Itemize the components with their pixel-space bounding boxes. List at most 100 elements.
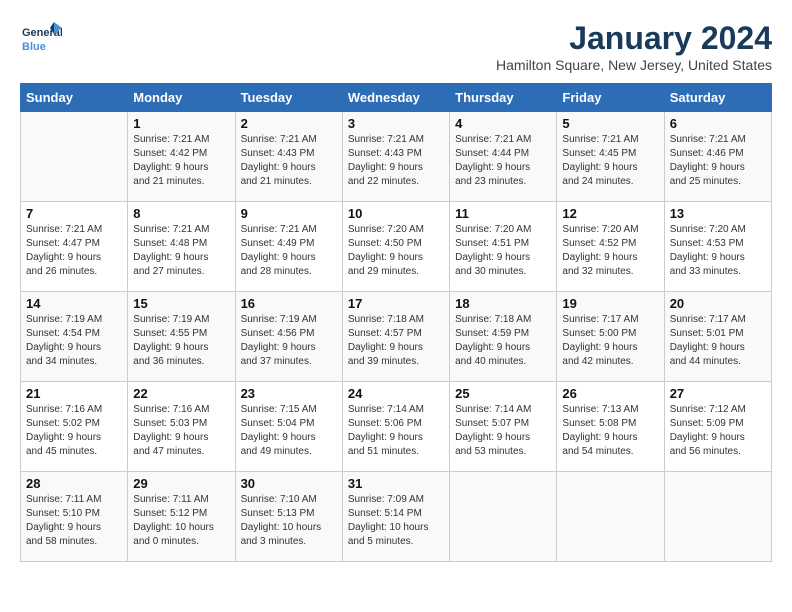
day-number: 3 [348, 116, 444, 131]
day-number: 25 [455, 386, 551, 401]
day-number: 12 [562, 206, 658, 221]
day-info: Sunrise: 7:21 AM Sunset: 4:47 PM Dayligh… [26, 223, 122, 279]
svg-text:Blue: Blue [22, 41, 46, 53]
day-info: Sunrise: 7:19 AM Sunset: 4:56 PM Dayligh… [241, 313, 337, 369]
day-number: 18 [455, 296, 551, 311]
day-number: 6 [670, 116, 766, 131]
week-row-3: 14 Sunrise: 7:19 AM Sunset: 4:54 PM Dayli… [21, 292, 772, 382]
calendar-cell [450, 472, 557, 562]
calendar-cell: 27 Sunrise: 7:12 AM Sunset: 5:09 PM Dayli… [664, 382, 771, 472]
day-info: Sunrise: 7:12 AM Sunset: 5:09 PM Dayligh… [670, 403, 766, 459]
calendar-subtitle: Hamilton Square, New Jersey, United Stat… [496, 57, 772, 73]
day-number: 2 [241, 116, 337, 131]
day-info: Sunrise: 7:20 AM Sunset: 4:51 PM Dayligh… [455, 223, 551, 279]
day-number: 24 [348, 386, 444, 401]
calendar-cell: 9 Sunrise: 7:21 AM Sunset: 4:49 PM Daylig… [235, 202, 342, 292]
day-number: 19 [562, 296, 658, 311]
day-number: 14 [26, 296, 122, 311]
calendar-cell: 16 Sunrise: 7:19 AM Sunset: 4:56 PM Dayli… [235, 292, 342, 382]
day-header-thursday: Thursday [450, 84, 557, 112]
calendar-cell: 29Sunrise: 7:11 AM Sunset: 5:12 PM Dayli… [128, 472, 235, 562]
calendar-cell [664, 472, 771, 562]
day-header-sunday: Sunday [21, 84, 128, 112]
title-section: January 2024 Hamilton Square, New Jersey… [496, 20, 772, 73]
calendar-title: January 2024 [496, 20, 772, 57]
day-info: Sunrise: 7:18 AM Sunset: 4:57 PM Dayligh… [348, 313, 444, 369]
day-header-friday: Friday [557, 84, 664, 112]
calendar-cell: 21 Sunrise: 7:16 AM Sunset: 5:02 PM Dayli… [21, 382, 128, 472]
calendar-cell: 31 Sunrise: 7:09 AM Sunset: 5:14 PM Dayli… [342, 472, 449, 562]
calendar-cell: 30 Sunrise: 7:10 AM Sunset: 5:13 PM Dayli… [235, 472, 342, 562]
day-number: 7 [26, 206, 122, 221]
calendar-cell [557, 472, 664, 562]
day-info: Sunrise: 7:19 AM Sunset: 4:54 PM Dayligh… [26, 313, 122, 369]
day-number: 16 [241, 296, 337, 311]
day-header-saturday: Saturday [664, 84, 771, 112]
day-number: 15 [133, 296, 229, 311]
calendar-cell: 11Sunrise: 7:20 AM Sunset: 4:51 PM Dayli… [450, 202, 557, 292]
day-number: 5 [562, 116, 658, 131]
calendar-cell: 8Sunrise: 7:21 AM Sunset: 4:48 PM Daylig… [128, 202, 235, 292]
calendar-cell: 10Sunrise: 7:20 AM Sunset: 4:50 PM Dayli… [342, 202, 449, 292]
calendar-cell: 7 Sunrise: 7:21 AM Sunset: 4:47 PM Daylig… [21, 202, 128, 292]
day-info: Sunrise: 7:21 AM Sunset: 4:42 PM Dayligh… [133, 133, 229, 189]
day-number: 1 [133, 116, 229, 131]
day-number: 9 [241, 206, 337, 221]
day-number: 28 [26, 476, 122, 491]
day-info: Sunrise: 7:21 AM Sunset: 4:44 PM Dayligh… [455, 133, 551, 189]
day-number: 26 [562, 386, 658, 401]
calendar-cell: 18 Sunrise: 7:18 AM Sunset: 4:59 PM Dayli… [450, 292, 557, 382]
day-info: Sunrise: 7:17 AM Sunset: 5:01 PM Dayligh… [670, 313, 766, 369]
calendar-cell: 24 Sunrise: 7:14 AM Sunset: 5:06 PM Dayli… [342, 382, 449, 472]
calendar-cell: 5 Sunrise: 7:21 AM Sunset: 4:45 PM Daylig… [557, 112, 664, 202]
day-number: 31 [348, 476, 444, 491]
day-info: Sunrise: 7:19 AM Sunset: 4:55 PM Dayligh… [133, 313, 229, 369]
day-info: Sunrise: 7:09 AM Sunset: 5:14 PM Dayligh… [348, 493, 444, 549]
day-number: 27 [670, 386, 766, 401]
calendar-cell: 28Sunrise: 7:11 AM Sunset: 5:10 PM Dayli… [21, 472, 128, 562]
day-number: 20 [670, 296, 766, 311]
day-header-monday: Monday [128, 84, 235, 112]
calendar-body: 1 Sunrise: 7:21 AM Sunset: 4:42 PM Daylig… [21, 112, 772, 562]
day-header-tuesday: Tuesday [235, 84, 342, 112]
calendar-cell: 13Sunrise: 7:20 AM Sunset: 4:53 PM Dayli… [664, 202, 771, 292]
calendar-cell: 1 Sunrise: 7:21 AM Sunset: 4:42 PM Daylig… [128, 112, 235, 202]
day-info: Sunrise: 7:14 AM Sunset: 5:07 PM Dayligh… [455, 403, 551, 459]
day-info: Sunrise: 7:21 AM Sunset: 4:43 PM Dayligh… [348, 133, 444, 189]
calendar-cell [21, 112, 128, 202]
day-number: 8 [133, 206, 229, 221]
calendar-cell: 15 Sunrise: 7:19 AM Sunset: 4:55 PM Dayli… [128, 292, 235, 382]
week-row-2: 7 Sunrise: 7:21 AM Sunset: 4:47 PM Daylig… [21, 202, 772, 292]
calendar-cell: 17Sunrise: 7:18 AM Sunset: 4:57 PM Dayli… [342, 292, 449, 382]
calendar-cell: 12 Sunrise: 7:20 AM Sunset: 4:52 PM Dayli… [557, 202, 664, 292]
logo-icon: General Blue [20, 20, 62, 58]
week-row-5: 28Sunrise: 7:11 AM Sunset: 5:10 PM Dayli… [21, 472, 772, 562]
calendar-cell: 3 Sunrise: 7:21 AM Sunset: 4:43 PM Daylig… [342, 112, 449, 202]
week-row-4: 21 Sunrise: 7:16 AM Sunset: 5:02 PM Dayli… [21, 382, 772, 472]
calendar-cell: 14 Sunrise: 7:19 AM Sunset: 4:54 PM Dayli… [21, 292, 128, 382]
calendar-cell: 26 Sunrise: 7:13 AM Sunset: 5:08 PM Dayli… [557, 382, 664, 472]
day-info: Sunrise: 7:20 AM Sunset: 4:53 PM Dayligh… [670, 223, 766, 279]
day-number: 30 [241, 476, 337, 491]
logo: General Blue [20, 20, 62, 58]
day-info: Sunrise: 7:21 AM Sunset: 4:45 PM Dayligh… [562, 133, 658, 189]
calendar-cell: 4Sunrise: 7:21 AM Sunset: 4:44 PM Daylig… [450, 112, 557, 202]
calendar-header-row: SundayMondayTuesdayWednesdayThursdayFrid… [21, 84, 772, 112]
calendar-table: SundayMondayTuesdayWednesdayThursdayFrid… [20, 83, 772, 562]
day-info: Sunrise: 7:14 AM Sunset: 5:06 PM Dayligh… [348, 403, 444, 459]
day-info: Sunrise: 7:16 AM Sunset: 5:02 PM Dayligh… [26, 403, 122, 459]
page-header: General Blue January 2024 Hamilton Squar… [20, 20, 772, 73]
day-number: 21 [26, 386, 122, 401]
calendar-cell: 23Sunrise: 7:15 AM Sunset: 5:04 PM Dayli… [235, 382, 342, 472]
day-info: Sunrise: 7:21 AM Sunset: 4:46 PM Dayligh… [670, 133, 766, 189]
day-info: Sunrise: 7:21 AM Sunset: 4:49 PM Dayligh… [241, 223, 337, 279]
day-header-wednesday: Wednesday [342, 84, 449, 112]
day-info: Sunrise: 7:20 AM Sunset: 4:52 PM Dayligh… [562, 223, 658, 279]
day-number: 29 [133, 476, 229, 491]
day-info: Sunrise: 7:18 AM Sunset: 4:59 PM Dayligh… [455, 313, 551, 369]
calendar-cell: 20 Sunrise: 7:17 AM Sunset: 5:01 PM Dayli… [664, 292, 771, 382]
calendar-cell: 6 Sunrise: 7:21 AM Sunset: 4:46 PM Daylig… [664, 112, 771, 202]
day-info: Sunrise: 7:10 AM Sunset: 5:13 PM Dayligh… [241, 493, 337, 549]
day-info: Sunrise: 7:13 AM Sunset: 5:08 PM Dayligh… [562, 403, 658, 459]
day-info: Sunrise: 7:16 AM Sunset: 5:03 PM Dayligh… [133, 403, 229, 459]
